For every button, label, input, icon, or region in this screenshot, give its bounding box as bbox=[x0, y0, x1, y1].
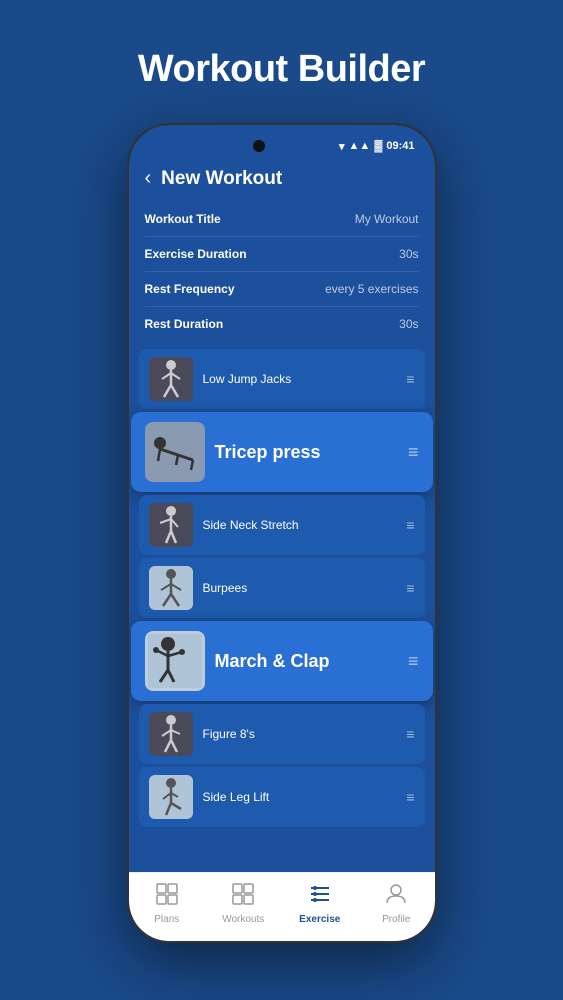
setting-row-frequency[interactable]: Rest Frequency every 5 exercises bbox=[145, 272, 419, 307]
drag-handle-march-clap[interactable]: ≡ bbox=[408, 652, 419, 670]
exercise-item-march-clap[interactable]: March & Clap ≡ bbox=[131, 621, 433, 701]
setting-label-rest: Rest Duration bbox=[145, 317, 224, 331]
signal-icon: ▲▲ bbox=[349, 140, 371, 152]
setting-value-duration: 30s bbox=[399, 247, 418, 261]
status-bar: ▾ ▲▲ ▓ 09:41 bbox=[129, 125, 435, 161]
exercise-name-burpees: Burpees bbox=[203, 581, 397, 595]
exercise-name-tricep-press: Tricep press bbox=[215, 442, 398, 463]
bottom-nav: Plans Workouts bbox=[129, 872, 435, 941]
exercise-thumb-burpees bbox=[149, 566, 193, 610]
setting-value-frequency: every 5 exercises bbox=[325, 282, 418, 296]
nav-item-profile[interactable]: Profile bbox=[371, 883, 421, 925]
setting-row-duration[interactable]: Exercise Duration 30s bbox=[145, 237, 419, 272]
app-header: ‹ New Workout bbox=[129, 161, 435, 202]
phone-shell: ▾ ▲▲ ▓ 09:41 ‹ New Workout Workout Title… bbox=[127, 123, 437, 943]
camera-hole bbox=[253, 140, 265, 152]
page-title: Workout Builder bbox=[138, 48, 425, 91]
setting-label-duration: Exercise Duration bbox=[145, 247, 247, 261]
exercise-name-side-leg: Side Leg Lift bbox=[203, 790, 397, 804]
exercise-thumb-march-clap bbox=[145, 631, 205, 691]
exercise-item-figure-8[interactable]: Figure 8's ≡ bbox=[139, 704, 425, 764]
nav-item-plans[interactable]: Plans bbox=[142, 883, 192, 925]
nav-item-exercise[interactable]: Exercise bbox=[295, 883, 345, 925]
drag-handle-side-neck[interactable]: ≡ bbox=[406, 518, 414, 532]
workouts-icon bbox=[232, 883, 254, 911]
exercise-list: Low Jump Jacks ≡ bbox=[129, 349, 435, 829]
setting-label-frequency: Rest Frequency bbox=[145, 282, 235, 296]
setting-value-title: My Workout bbox=[355, 212, 419, 226]
exercise-thumb-low-jump-jacks bbox=[149, 357, 193, 401]
setting-value-rest: 30s bbox=[399, 317, 418, 331]
settings-section: Workout Title My Workout Exercise Durati… bbox=[129, 202, 435, 341]
workouts-label: Workouts bbox=[222, 914, 264, 925]
battery-icon: ▓ bbox=[374, 140, 382, 152]
back-button[interactable]: ‹ bbox=[145, 167, 152, 190]
profile-label: Profile bbox=[382, 914, 410, 925]
exercise-thumb-side-leg bbox=[149, 775, 193, 819]
exercise-name-figure-8: Figure 8's bbox=[203, 727, 397, 741]
exercise-icon bbox=[309, 883, 331, 911]
drag-handle-side-leg[interactable]: ≡ bbox=[406, 790, 414, 804]
setting-row-rest[interactable]: Rest Duration 30s bbox=[145, 307, 419, 341]
plans-label: Plans bbox=[154, 914, 179, 925]
phone-screen: ▾ ▲▲ ▓ 09:41 ‹ New Workout Workout Title… bbox=[129, 125, 435, 941]
phone-mockup: ▾ ▲▲ ▓ 09:41 ‹ New Workout Workout Title… bbox=[127, 123, 437, 943]
time-display: 09:41 bbox=[386, 140, 414, 152]
drag-handle-tricep-press[interactable]: ≡ bbox=[408, 443, 419, 461]
exercise-item-tricep-press[interactable]: Tricep press ≡ bbox=[131, 412, 433, 492]
wifi-icon: ▾ bbox=[339, 140, 345, 153]
exercise-item-low-jump-jacks[interactable]: Low Jump Jacks ≡ bbox=[139, 349, 425, 409]
exercise-thumb-side-neck bbox=[149, 503, 193, 547]
exercise-item-side-leg[interactable]: Side Leg Lift ≡ bbox=[139, 767, 425, 827]
exercise-item-side-neck[interactable]: Side Neck Stretch ≡ bbox=[139, 495, 425, 555]
plans-icon bbox=[156, 883, 178, 911]
exercise-thumb-tricep-press bbox=[145, 422, 205, 482]
status-right: ▾ ▲▲ ▓ 09:41 bbox=[339, 140, 414, 153]
exercise-name-side-neck: Side Neck Stretch bbox=[203, 518, 397, 532]
drag-handle-burpees[interactable]: ≡ bbox=[406, 581, 414, 595]
setting-label-title: Workout Title bbox=[145, 212, 221, 226]
exercise-name-march-clap: March & Clap bbox=[215, 651, 398, 672]
screen-title: New Workout bbox=[161, 168, 282, 190]
setting-row-title[interactable]: Workout Title My Workout bbox=[145, 202, 419, 237]
nav-item-workouts[interactable]: Workouts bbox=[218, 883, 268, 925]
drag-handle-low-jump-jacks[interactable]: ≡ bbox=[406, 372, 414, 386]
exercise-label: Exercise bbox=[299, 914, 340, 925]
drag-handle-figure-8[interactable]: ≡ bbox=[406, 727, 414, 741]
exercise-thumb-figure-8 bbox=[149, 712, 193, 756]
exercise-item-burpees[interactable]: Burpees ≡ bbox=[139, 558, 425, 618]
exercise-name-low-jump-jacks: Low Jump Jacks bbox=[203, 372, 397, 386]
profile-icon bbox=[385, 883, 407, 911]
